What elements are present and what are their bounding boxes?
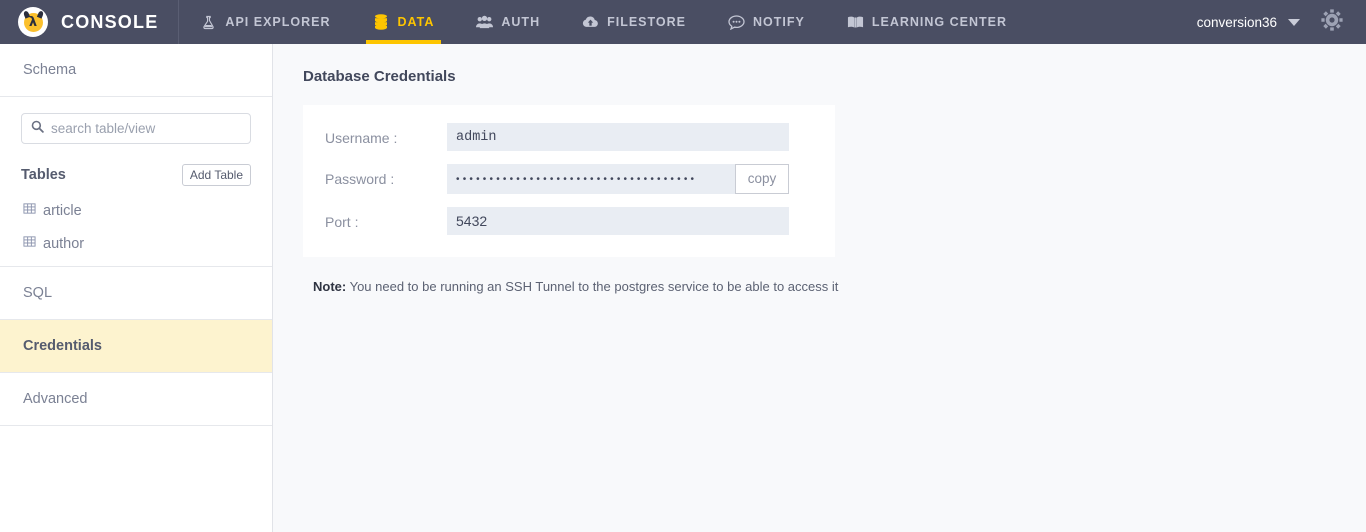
note-text: You need to be running an SSH Tunnel to … xyxy=(346,279,839,294)
nav-item-notify[interactable]: NOTIFY xyxy=(707,0,826,44)
sidebar-section-schema-header: Schema xyxy=(0,44,272,97)
chevron-down-icon xyxy=(1288,18,1300,26)
database-icon xyxy=(373,14,390,31)
sidebar-item-label: Schema xyxy=(23,62,77,78)
gear-icon xyxy=(1320,8,1344,37)
nav-item-data[interactable]: DATA xyxy=(352,0,456,44)
note-prefix: Note: xyxy=(313,279,347,294)
add-table-button[interactable]: Add Table xyxy=(181,164,251,187)
sidebar-section-credentials: Credentials xyxy=(0,320,272,374)
sidebar: Schema Tables Add Table xyxy=(0,44,273,532)
sidebar-section-sql: SQL xyxy=(0,267,272,321)
open-book-icon xyxy=(847,14,864,31)
users-group-icon xyxy=(476,14,494,31)
chat-bubble-icon xyxy=(728,14,745,31)
sidebar-item-sql[interactable]: SQL xyxy=(0,267,272,319)
port-row: Port : 5432 xyxy=(325,207,813,235)
sidebar-item-label: Advanced xyxy=(23,391,88,408)
password-row: Password : •••••••••••••••••••••••••••••… xyxy=(325,164,813,194)
sidebar-item-schema[interactable]: Schema xyxy=(0,44,272,96)
tables-header-row: Tables Add Table xyxy=(21,164,251,187)
page-title: Database Credentials xyxy=(303,68,456,85)
app-shell: Schema Tables Add Table xyxy=(0,44,1366,532)
password-label: Password : xyxy=(325,171,395,187)
password-value[interactable]: •••••••••••••••••••••••••••••••••••• xyxy=(447,164,735,194)
copy-password-button[interactable]: copy xyxy=(735,164,789,194)
user-account-menu[interactable]: conversion36 xyxy=(1185,15,1312,30)
lambda-devil-logo-icon: λ xyxy=(18,7,48,37)
tables-heading: Tables xyxy=(21,167,66,184)
table-list-item-article[interactable]: article xyxy=(21,202,251,219)
primary-nav-items: API EXPLORER DATA AUTH FILESTORE NOTIFY … xyxy=(179,0,1028,44)
nav-item-label: FILESTORE xyxy=(607,15,687,29)
sidebar-item-advanced[interactable]: Advanced xyxy=(0,373,272,425)
settings-button[interactable] xyxy=(1312,0,1352,44)
table-list-item-label: article xyxy=(43,202,82,219)
search-icon xyxy=(31,120,44,137)
username-value[interactable]: admin xyxy=(447,123,789,151)
brand-name: CONSOLE xyxy=(61,11,159,32)
nav-item-auth[interactable]: AUTH xyxy=(455,0,561,44)
table-grid-icon xyxy=(23,235,36,252)
ssh-tunnel-note: Note: You need to be running an SSH Tunn… xyxy=(313,279,1342,294)
table-list-item-label: author xyxy=(43,235,85,252)
nav-item-label: DATA xyxy=(397,15,435,29)
port-value[interactable]: 5432 xyxy=(447,207,789,235)
nav-item-label: AUTH xyxy=(501,15,541,29)
sidebar-section-advanced: Advanced xyxy=(0,373,272,427)
logo-lambda-glyph: λ xyxy=(28,15,38,30)
main-content: Database Credentials Username : admin Pa… xyxy=(273,44,1366,532)
nav-item-label: NOTIFY xyxy=(753,15,805,29)
nav-item-learning-center[interactable]: LEARNING CENTER xyxy=(826,0,1028,44)
sidebar-section-tables: Tables Add Table article author xyxy=(0,97,272,268)
database-credentials-card: Username : admin Password : ••••••••••••… xyxy=(303,105,835,257)
nav-item-label: LEARNING CENTER xyxy=(871,15,1008,29)
cloud-upload-icon xyxy=(582,14,599,31)
top-navigation-bar: λ CONSOLE API EXPLORER DATA AUTH FILESTO… xyxy=(0,0,1366,44)
search-input[interactable] xyxy=(51,121,242,136)
nav-item-api-explorer[interactable]: API EXPLORER xyxy=(179,0,351,44)
search-table-view-box[interactable] xyxy=(21,113,251,144)
sidebar-item-label: Credentials xyxy=(23,338,102,355)
port-label: Port : xyxy=(325,214,359,230)
brand-home-link[interactable]: λ CONSOLE xyxy=(0,0,180,44)
nav-item-filestore[interactable]: FILESTORE xyxy=(561,0,707,44)
username-label: Username : xyxy=(325,130,398,146)
username-row: Username : admin xyxy=(325,123,813,151)
user-account-name: conversion36 xyxy=(1196,14,1277,30)
nav-right-section: conversion36 xyxy=(1185,0,1366,44)
table-list-item-author[interactable]: author xyxy=(21,235,251,252)
password-field-group: •••••••••••••••••••••••••••••••••••• cop… xyxy=(447,164,789,194)
sidebar-item-credentials[interactable]: Credentials xyxy=(0,320,272,373)
nav-item-label: API EXPLORER xyxy=(225,15,331,29)
flask-icon xyxy=(200,14,217,31)
table-grid-icon xyxy=(23,202,36,219)
sidebar-item-label: SQL xyxy=(23,285,53,302)
